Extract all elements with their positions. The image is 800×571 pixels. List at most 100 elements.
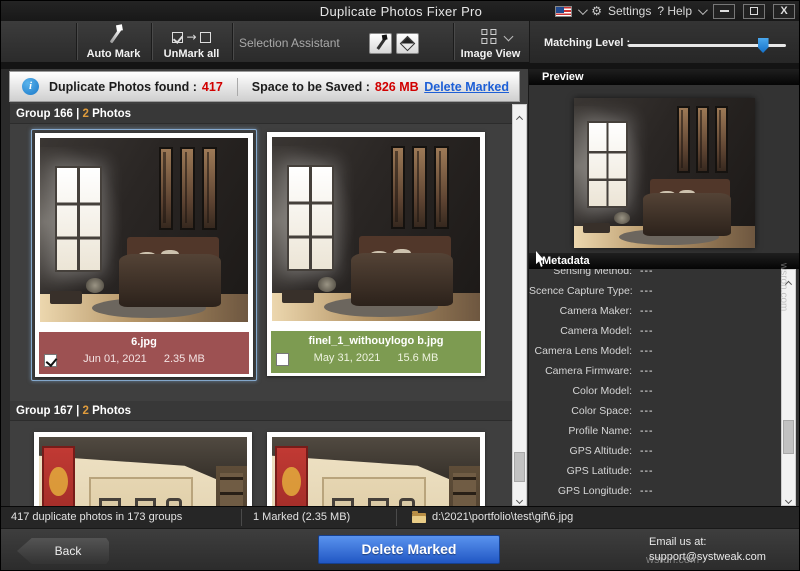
summary-infobar: i Duplicate Photos found : 417 Space to …	[9, 71, 520, 102]
empty-box-icon	[199, 31, 211, 43]
scrollbar-thumb[interactable]	[514, 452, 525, 482]
photo-checkbox-unchecked[interactable]	[276, 353, 289, 366]
folder-icon	[412, 511, 426, 523]
group-photos-word: Photos	[92, 405, 132, 417]
space-label: Space to be Saved :	[251, 79, 370, 94]
found-value: 417	[201, 79, 223, 94]
photo-card-wrap[interactable]	[264, 429, 490, 506]
delete-marked-link[interactable]: Delete Marked	[424, 80, 509, 94]
bedroom-photo-large	[574, 98, 755, 248]
status-divider	[396, 509, 397, 526]
delete-marked-button[interactable]: Delete Marked	[318, 535, 500, 564]
unmark-all-button[interactable]: → UnMark all	[151, 21, 232, 63]
metadata-row: Camera Maker: ---	[559, 305, 654, 317]
photo-filename: 6.jpg	[131, 336, 157, 348]
preview-panel: Preview Metadata Sensing Method: --- Scen…	[528, 69, 799, 506]
settings-gear-icon[interactable]: ⚙	[591, 5, 602, 17]
photo-card-wrap[interactable]	[31, 429, 257, 506]
bedroom-photo	[272, 137, 480, 321]
photo-card[interactable]	[34, 432, 252, 506]
photo-thumbnail[interactable]	[272, 437, 480, 506]
matching-level-slider[interactable]	[628, 38, 786, 53]
titlebar: Duplicate Photos Fixer Pro ⚙ Settings ? …	[1, 1, 799, 21]
group-header-167: Group 167 | 2 Photos	[10, 401, 512, 421]
photo-info-bar-unmarked: finel_1_withouylogo b.jpg May 31, 2021 1…	[271, 331, 481, 373]
image-view-label: Image View	[460, 48, 521, 60]
checked-box-icon	[172, 31, 184, 43]
photo-card[interactable]	[267, 432, 485, 506]
scrollbar-thumb[interactable]	[783, 420, 794, 454]
help-chevron-icon[interactable]	[697, 4, 708, 15]
group-count: 2	[82, 405, 89, 417]
photo-thumbnail[interactable]	[40, 138, 248, 322]
metadata-row: Camera Lens Model: ---	[534, 345, 654, 357]
scroll-down-arrow[interactable]	[782, 490, 795, 505]
app-window: Duplicate Photos Fixer Pro ⚙ Settings ? …	[0, 0, 800, 571]
infobar-separator	[236, 77, 238, 96]
beige-room-photo	[39, 437, 247, 506]
scroll-up-arrow[interactable]	[513, 106, 526, 123]
image-view-chevron-icon	[503, 31, 513, 42]
slider-thumb[interactable]	[757, 38, 769, 53]
metadata-row: Scence Capture Type: ---	[529, 285, 654, 297]
image-view-button[interactable]: Image View	[453, 21, 528, 63]
minimize-icon	[719, 9, 729, 12]
email-label: Email us at:	[649, 536, 707, 548]
scroll-down-arrow[interactable]	[513, 490, 526, 505]
info-icon: i	[22, 78, 39, 95]
found-label: Duplicate Photos found :	[49, 79, 197, 94]
maximize-button[interactable]	[743, 3, 765, 19]
settings-menu[interactable]: Settings	[608, 4, 651, 18]
photo-card-wrap[interactable]: finel_1_withouylogo b.jpg May 31, 2021 1…	[264, 129, 490, 381]
back-button[interactable]: Back	[17, 538, 109, 564]
photo-thumbnail[interactable]	[39, 437, 247, 506]
selection-eraser-button[interactable]	[396, 33, 419, 54]
wand-icon	[376, 37, 387, 50]
arrow-right-icon: →	[186, 30, 197, 44]
watermark-side: wsron.com	[778, 263, 789, 312]
unmark-all-label: UnMark all	[163, 48, 220, 60]
metadata-row: Color Space: ---	[571, 405, 654, 417]
photo-size: 2.35 MB	[163, 353, 205, 365]
left-edge-strip	[1, 69, 10, 506]
magic-wand-icon	[109, 28, 121, 44]
selection-wand-button[interactable]	[369, 33, 392, 54]
group-photos-word: Photos	[92, 108, 132, 120]
metadata-row: Camera Model: ---	[560, 325, 654, 337]
minimize-button[interactable]	[713, 3, 735, 19]
bedroom-photo	[40, 138, 248, 322]
photo-checkbox-checked[interactable]	[44, 354, 57, 367]
preview-header: Preview	[529, 69, 799, 85]
toolbar: Auto Mark → UnMark all Selection Assista…	[1, 21, 799, 63]
beige-room-photo	[272, 437, 480, 506]
auto-mark-button[interactable]: Auto Mark	[76, 21, 151, 63]
photo-card[interactable]: finel_1_withouylogo b.jpg May 31, 2021 1…	[267, 132, 485, 376]
status-file-path: d:\2021\portfolio\test\gif\6.jpg	[432, 511, 574, 523]
photo-card[interactable]: 6.jpg Jun 01, 2021 2.35 MB	[35, 133, 253, 377]
matching-level-label: Matching Level :	[544, 37, 631, 49]
preview-image	[574, 98, 755, 248]
help-menu[interactable]: ? Help	[657, 4, 692, 18]
maximize-icon	[750, 6, 758, 15]
metadata-row: GPS Altitude: ---	[569, 445, 654, 457]
photo-filename: finel_1_withouylogo b.jpg	[308, 335, 444, 347]
group-title: Group 166 |	[16, 108, 80, 120]
photo-info-bar-marked: 6.jpg Jun 01, 2021 2.35 MB	[39, 332, 249, 374]
group-header-166: Group 166 | 2 Photos	[10, 104, 512, 124]
duplicates-list-panel: i Duplicate Photos found : 417 Space to …	[1, 69, 528, 506]
photo-thumbnail[interactable]	[272, 137, 480, 321]
language-chevron-icon[interactable]	[578, 4, 589, 15]
photo-size: 15.6 MB	[397, 352, 439, 364]
metadata-row: Camera Firmware: ---	[545, 365, 654, 377]
metadata-row: Color Model: ---	[572, 385, 654, 397]
metadata-row: GPS Longitude: ---	[557, 485, 654, 497]
language-flag-icon[interactable]	[555, 5, 573, 17]
auto-mark-label: Auto Mark	[86, 48, 141, 60]
photo-date: May 31, 2021	[313, 352, 381, 364]
status-marked: 1 Marked (2.35 MB)	[253, 511, 351, 523]
list-scrollbar[interactable]	[512, 104, 527, 506]
watermark-bottom: wsrdn.com	[646, 554, 700, 566]
close-button[interactable]: X	[773, 3, 795, 19]
photo-date: Jun 01, 2021	[83, 353, 147, 365]
photo-card-selected[interactable]: 6.jpg Jun 01, 2021 2.35 MB	[31, 129, 257, 381]
